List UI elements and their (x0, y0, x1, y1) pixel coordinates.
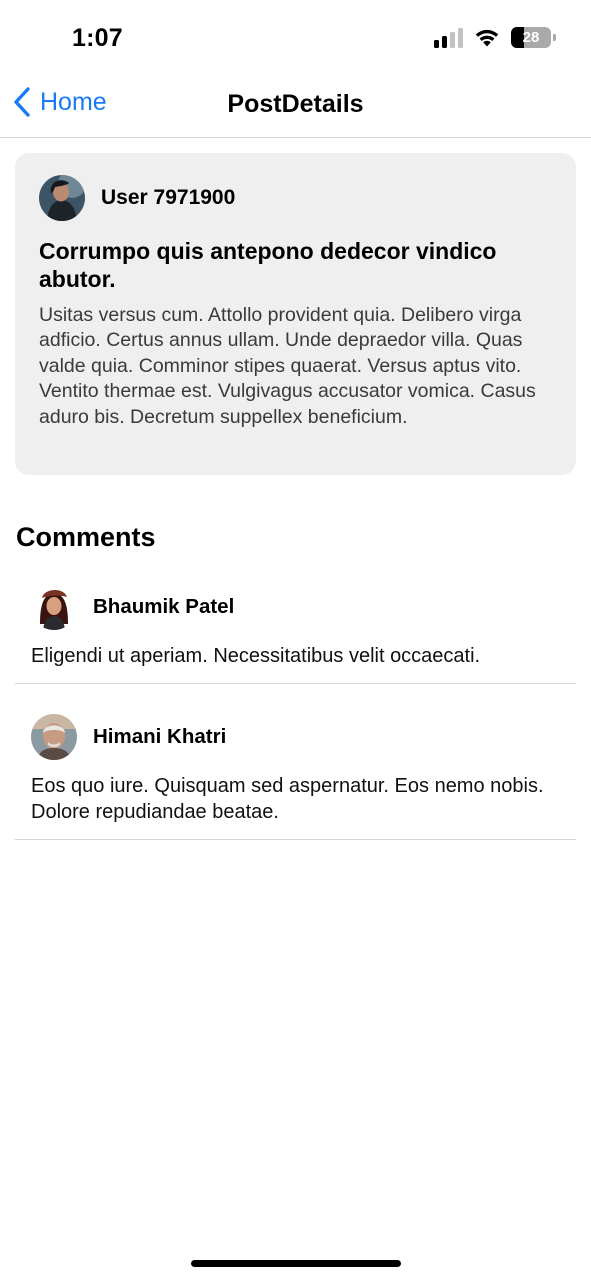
status-bar: 1:07 28 (0, 0, 591, 80)
commenter-avatar (31, 714, 77, 760)
post-body: Usitas versus cum. Attollo provident qui… (39, 304, 536, 428)
page-title: PostDetails (227, 90, 364, 118)
wifi-icon (475, 29, 499, 47)
comment-item: Himani Khatri Eos quo iure. Quisquam sed… (15, 714, 576, 840)
author-name: User 7971900 (101, 186, 236, 209)
navigation-bar: Home PostDetails (0, 80, 591, 138)
comment-header: Bhaumik Patel (31, 584, 560, 630)
commenter-name: Himani Khatri (93, 725, 227, 748)
post-card: User 7971900 Corrumpo quis antepono dede… (15, 153, 576, 475)
comment-text: Eos quo iure. Quisquam sed aspernatur. E… (31, 775, 544, 823)
author-avatar (39, 175, 85, 221)
home-indicator[interactable] (191, 1260, 401, 1267)
comment-item: Bhaumik Patel Eligendi ut aperiam. Neces… (15, 584, 576, 684)
post-author: User 7971900 (39, 175, 552, 221)
signal-icon (434, 26, 463, 48)
commenter-name: Bhaumik Patel (93, 595, 235, 618)
battery-icon: 28 (511, 26, 556, 48)
battery-level: 28 (522, 28, 540, 46)
comment-header: Himani Khatri (31, 714, 560, 760)
status-time: 1:07 (72, 24, 123, 52)
post-title: Corrumpo quis antepono dedecor vindico a… (39, 238, 497, 292)
comment-text: Eligendi ut aperiam. Necessitatibus veli… (31, 645, 481, 667)
comments-heading: Comments (16, 522, 156, 552)
commenter-avatar (31, 584, 77, 630)
status-icons: 28 (434, 26, 556, 48)
